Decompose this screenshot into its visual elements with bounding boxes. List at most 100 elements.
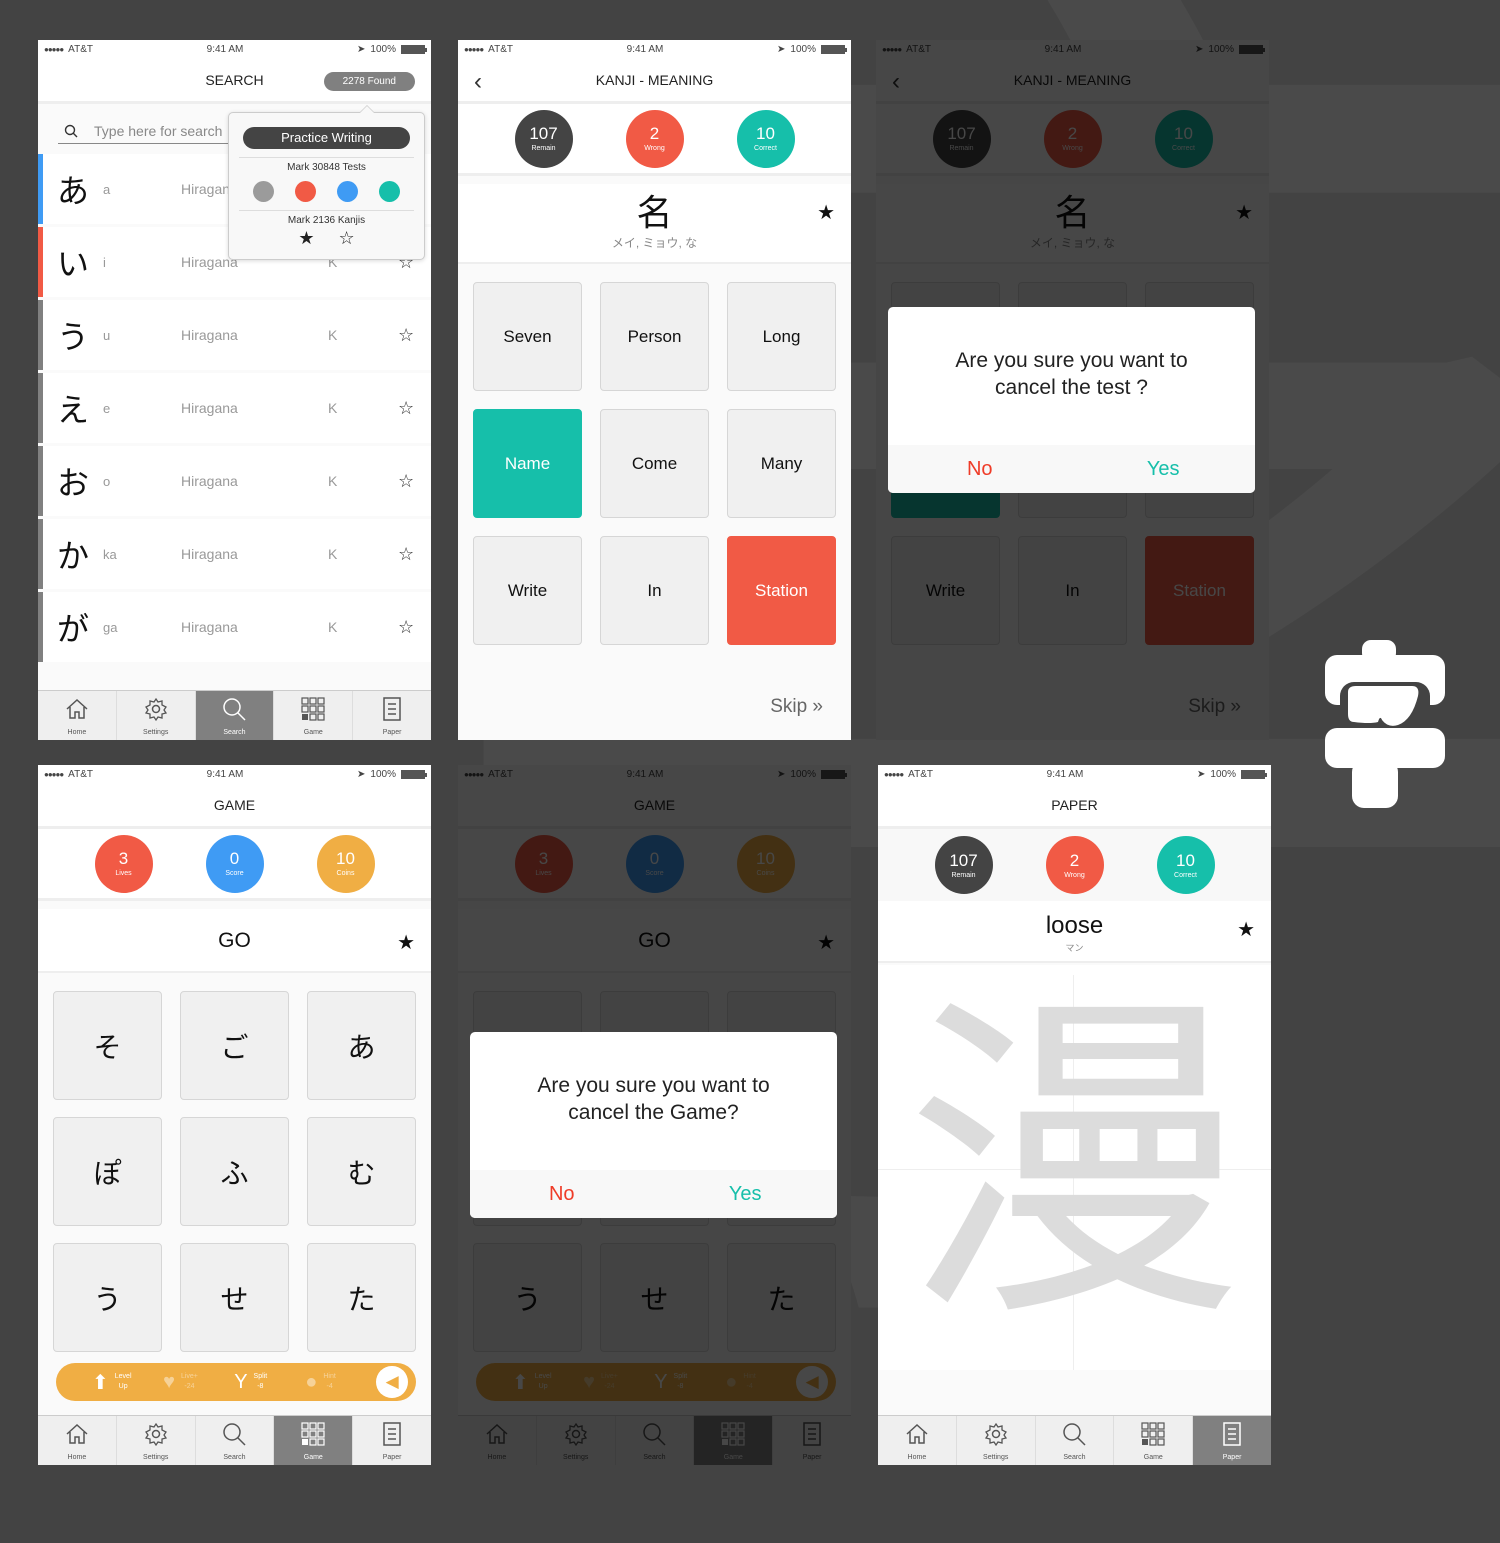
tab-home[interactable]: Home <box>38 691 117 740</box>
powerup-split[interactable]: Y Split-8 <box>234 1371 305 1394</box>
color-marker-row <box>229 173 424 202</box>
stat-label: Remain <box>951 871 976 879</box>
options-popover: Practice Writing Mark 30848 Tests Mark 2… <box>228 105 425 260</box>
stat-value: 0 <box>229 849 240 868</box>
tab-label: Settings <box>143 1454 169 1461</box>
stat-wrong: 2Wrong <box>1045 836 1104 894</box>
stat-wrong: 2Wrong <box>625 109 684 168</box>
no-button[interactable]: No <box>470 1183 654 1206</box>
paper-screen: ●●●●● AT&T 9:41 AM ➤ 100% PAPER 107 Remain 2… <box>878 765 1271 1465</box>
tab-home[interactable]: Home <box>38 1416 117 1465</box>
kana-tile[interactable]: あ <box>307 991 416 1100</box>
cancel-test-dialog: Are you sure you want to cancel the test… <box>888 307 1255 493</box>
skip-button[interactable]: Skip » <box>770 696 823 718</box>
star-outline-icon[interactable]: ☆ <box>398 544 414 565</box>
tab-label: Home <box>67 1454 87 1461</box>
tab-label: Settings <box>143 729 169 736</box>
list-item[interactable]: う u Hiragana K ☆ <box>38 300 431 370</box>
stat-value: 3 <box>118 849 129 868</box>
powerup-hint[interactable]: ● Hint-4 <box>305 1371 376 1394</box>
star-filled-icon[interactable]: ★ <box>397 930 415 955</box>
list-item[interactable]: え e Hiragana K ☆ <box>38 373 431 443</box>
writing-canvas[interactable]: 漫 <box>878 965 1271 1370</box>
status-bar: ●●●●● AT&T 9:41 AM ➤ 100% <box>38 40 431 58</box>
kana-tile[interactable]: た <box>307 1243 416 1352</box>
search-icon <box>64 124 78 137</box>
kana-tile[interactable]: ご <box>180 991 289 1100</box>
answer-option[interactable]: Many <box>727 409 836 518</box>
star-outline-icon[interactable]: ☆ <box>398 617 414 638</box>
k-label: K <box>328 546 338 562</box>
color-marker-dot[interactable] <box>295 181 317 202</box>
kana-tile[interactable]: せ <box>180 1243 289 1352</box>
k-label: K <box>328 327 338 343</box>
stats-row: 107Remain 2Wrong 10Correct <box>878 829 1271 901</box>
list-item[interactable]: か ka Hiragana K ☆ <box>38 519 431 589</box>
color-marker-dot[interactable] <box>253 181 275 202</box>
tab-paper[interactable]: Paper <box>1193 1416 1271 1465</box>
answer-option[interactable]: Long <box>727 282 836 391</box>
yes-button[interactable]: Yes <box>1072 458 1256 481</box>
powerup-level[interactable]: ⬆ LevelUp <box>92 1370 163 1395</box>
answer-option[interactable]: In <box>600 536 709 645</box>
tab-game[interactable]: Game <box>274 1416 354 1465</box>
romaji: i <box>103 254 106 270</box>
kana-tile[interactable]: そ <box>53 991 162 1100</box>
kana-tile[interactable]: う <box>53 1243 162 1352</box>
list-item[interactable]: が ga Hiragana K ☆ <box>38 592 431 662</box>
word-card: loose マン ★ <box>878 901 1271 963</box>
tab-game[interactable]: Game <box>274 691 354 740</box>
tab-label: Game <box>303 1454 323 1461</box>
star-filled-icon[interactable]: ★ <box>298 228 314 249</box>
tab-label: Game <box>303 729 323 736</box>
star-outline-icon[interactable]: ☆ <box>339 228 355 249</box>
carrier: AT&T <box>908 768 933 780</box>
page-title: GAME <box>213 796 256 813</box>
found-badge[interactable]: 2278 Found <box>323 72 415 91</box>
tab-settings[interactable]: Settings <box>957 1416 1036 1465</box>
cancel-game-dialog: Are you sure you want to cancel the Game… <box>470 1032 837 1218</box>
tab-search[interactable]: Search <box>1036 1416 1115 1465</box>
stat-label: Lives <box>115 870 132 877</box>
color-marker-dot[interactable] <box>378 181 400 202</box>
tab-search[interactable]: Search <box>196 1416 275 1465</box>
tab-settings[interactable]: Settings <box>117 1416 196 1465</box>
back-chevron-icon[interactable]: ‹ <box>474 68 482 96</box>
star-outline-icon[interactable]: ☆ <box>398 398 414 419</box>
tab-search[interactable]: Search <box>195 691 275 740</box>
kana-tile[interactable]: ぽ <box>53 1117 162 1226</box>
tab-settings[interactable]: Settings <box>117 691 196 740</box>
stat-correct: 10 Correct <box>736 109 795 168</box>
practice-writing-button[interactable]: Practice Writing <box>243 127 410 149</box>
location-icon: ➤ <box>357 43 366 55</box>
answer-option[interactable]: Station <box>727 536 836 645</box>
star-filled-icon[interactable]: ★ <box>1237 917 1255 942</box>
kanji-stroke-guide: 漫 <box>904 967 1245 1363</box>
tab-label: Home <box>907 1454 927 1461</box>
answer-option[interactable]: Come <box>600 409 709 518</box>
tab-paper[interactable]: Paper <box>353 691 431 740</box>
no-button[interactable]: No <box>888 458 1072 481</box>
answer-option[interactable]: Name <box>473 409 582 518</box>
yes-button[interactable]: Yes <box>654 1183 838 1206</box>
home-icon <box>63 695 91 728</box>
color-marker-dot[interactable] <box>336 181 358 202</box>
romaji: e <box>103 400 111 416</box>
list-item[interactable]: お o Hiragana K ☆ <box>38 446 431 516</box>
tab-home[interactable]: Home <box>878 1416 957 1465</box>
powerup-live[interactable]: ♥ Live+-24 <box>163 1371 234 1394</box>
star-filled-icon[interactable]: ★ <box>817 200 835 225</box>
star-outline-icon[interactable]: ☆ <box>398 471 414 492</box>
star-outline-icon[interactable]: ☆ <box>398 325 414 346</box>
powerup-label: Hint-4 <box>323 1373 336 1390</box>
tab-game[interactable]: Game <box>1114 1416 1194 1465</box>
answer-option[interactable]: Write <box>473 536 582 645</box>
play-triangle-icon[interactable]: ◀ <box>376 1366 408 1398</box>
tab-paper[interactable]: Paper <box>353 1416 431 1465</box>
kana-tile[interactable]: む <box>307 1117 416 1226</box>
heart-icon: ♥ <box>163 1370 175 1393</box>
answer-option[interactable]: Seven <box>473 282 582 391</box>
answer-option[interactable]: Person <box>600 282 709 391</box>
nav-bar: ‹ KANJI - MEANING <box>458 58 851 104</box>
kana-tile[interactable]: ふ <box>180 1117 289 1226</box>
